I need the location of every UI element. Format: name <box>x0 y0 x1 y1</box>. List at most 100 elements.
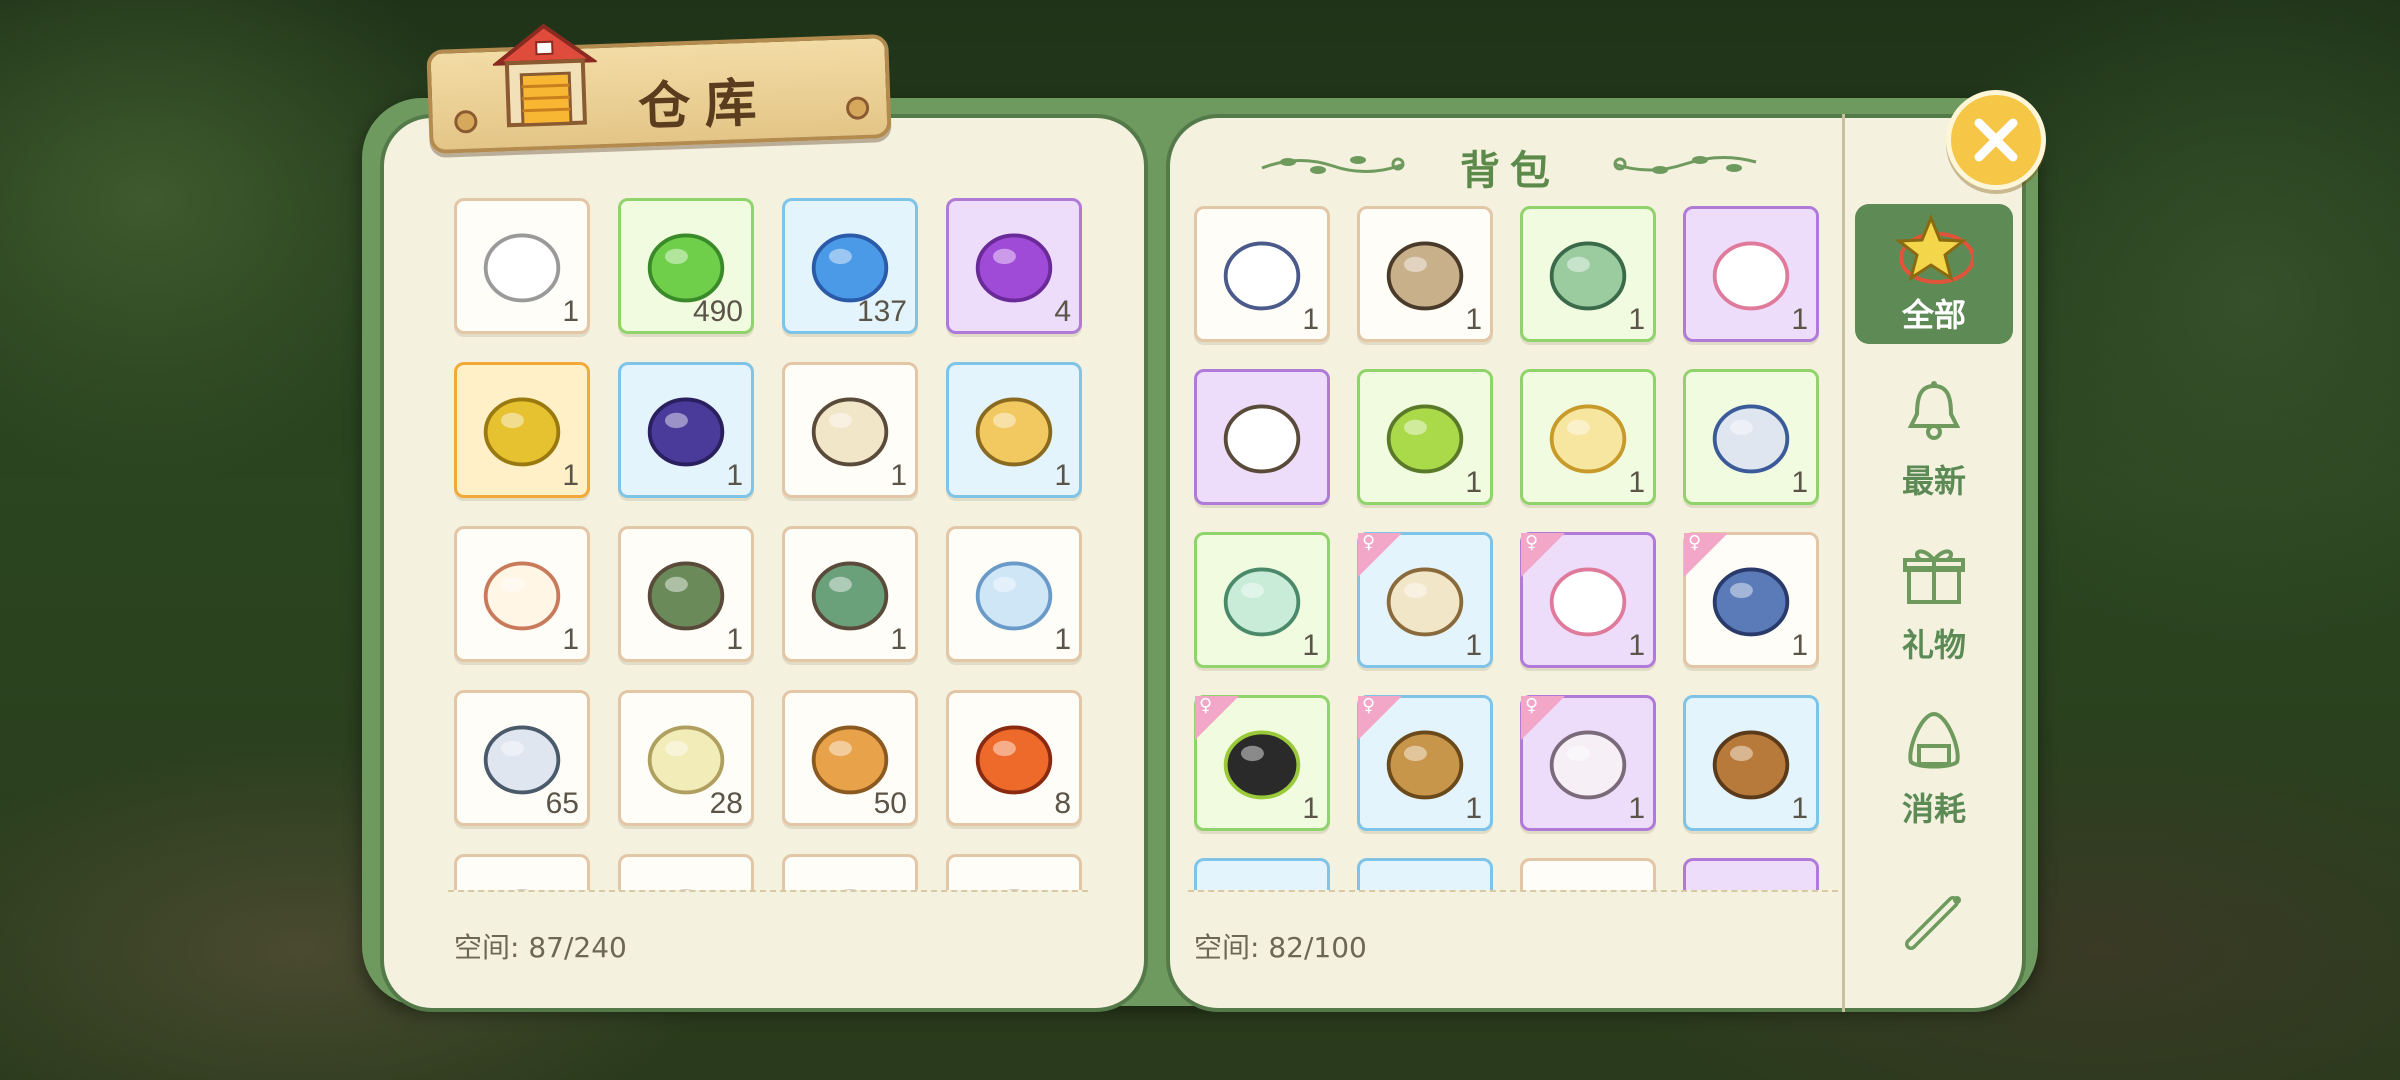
tab-consumables[interactable]: 消耗 <box>1855 698 2013 838</box>
tab-newest-label: 最新 <box>1901 462 1966 500</box>
tab-all-label: 全部 <box>1901 296 1966 334</box>
warehouse-slot[interactable]: 1 <box>618 526 754 662</box>
tab-scroll[interactable] <box>1855 874 2013 974</box>
backpack-item-count: 1 <box>1302 792 1319 825</box>
warehouse-slot[interactable]: 1 <box>782 526 918 662</box>
warehouse-slot[interactable]: 1 <box>618 362 754 498</box>
warehouse-title: 仓库 <box>637 73 772 138</box>
category-tabs: 全部 最新 礼物 消耗 <box>1842 114 2029 1012</box>
warehouse-slot[interactable]: 1 <box>782 362 918 498</box>
tab-consumables-label: 消耗 <box>1901 790 1966 828</box>
warehouse-slot[interactable]: 8 <box>946 690 1082 826</box>
backpack-slot[interactable]: 1 <box>1194 206 1330 342</box>
warehouse-item-count: 1 <box>562 295 579 328</box>
backpack-item-count: 1 <box>1628 466 1645 499</box>
warehouse-slot[interactable] <box>618 854 754 890</box>
warehouse-slot[interactable]: 1 <box>454 526 590 662</box>
backpack-slot[interactable] <box>1357 858 1493 890</box>
backpack-item-count: 1 <box>1465 466 1482 499</box>
backpack-slot[interactable] <box>1520 858 1656 890</box>
warehouse-item-count: 1 <box>890 459 907 492</box>
nail-icon <box>454 110 478 134</box>
warehouse-slot[interactable]: 4 <box>946 198 1082 334</box>
warehouse-space-label: 空间: 87/240 <box>454 931 627 964</box>
backpack-slot[interactable]: 1 <box>1520 369 1656 505</box>
backpack-slot[interactable]: 1 <box>1683 369 1819 505</box>
backpack-space-label: 空间: 82/100 <box>1194 931 1367 964</box>
warehouse-slot[interactable]: 50 <box>782 690 918 826</box>
backpack-slot[interactable]: ♀ 1 <box>1683 532 1819 668</box>
backpack-slot[interactable]: ♀ 1 <box>1357 695 1493 831</box>
warehouse-slot[interactable] <box>782 854 918 890</box>
warehouse-scroll-area[interactable]: 1 490 137 4 1 1 1 1 1 1 1 1 65 28 50 8 <box>384 118 1144 890</box>
backpack-item-count: 1 <box>1791 466 1808 499</box>
warehouse-item-count: 1 <box>726 623 743 656</box>
backpack-slot[interactable]: 1 <box>1683 695 1819 831</box>
warehouse-slot[interactable]: 490 <box>618 198 754 334</box>
warehouse-item-count: 1 <box>562 623 579 656</box>
item-icon <box>1007 889 1021 890</box>
warehouse-item-count: 65 <box>545 787 579 820</box>
backpack-slot[interactable]: ♀ 1 <box>1520 532 1656 668</box>
warehouse-item-count: 28 <box>709 787 743 820</box>
warehouse-grid: 1 490 137 4 1 1 1 1 1 1 1 1 65 28 50 8 <box>454 198 1082 890</box>
backpack-item-count: 1 <box>1791 303 1808 336</box>
backpack-scroll-area[interactable]: 1 1 1 1 1 1 1 1 ♀ 1 ♀ 1 ♀ 1 ♀ 1 ♀ 1 ♀ 1 … <box>1170 118 1846 890</box>
item-icon <box>679 889 693 890</box>
gift-icon <box>1903 549 1965 604</box>
rice-ball-icon <box>1908 711 1960 769</box>
female-badge-icon: ♀ <box>1684 533 1728 577</box>
backpack-item-count: 1 <box>1628 303 1645 336</box>
warehouse-divider <box>448 890 1088 892</box>
warehouse-slot[interactable]: 1 <box>454 198 590 334</box>
backpack-slot[interactable] <box>1194 858 1330 890</box>
nail-icon <box>846 96 870 120</box>
warehouse-slot[interactable]: 137 <box>782 198 918 334</box>
warehouse-item-count: 50 <box>873 787 907 820</box>
backpack-slot[interactable]: ♀ 1 <box>1194 695 1330 831</box>
warehouse-item-count: 8 <box>1054 787 1071 820</box>
warehouse-item-count: 1 <box>1054 623 1071 656</box>
backpack-item-count: 1 <box>1791 792 1808 825</box>
warehouse-slot[interactable]: 1 <box>946 526 1082 662</box>
unicorn-mask-icon <box>1223 404 1301 474</box>
bell-icon <box>1907 381 1961 440</box>
warehouse-item-count: 490 <box>692 295 743 328</box>
female-badge-icon: ♀ <box>1521 696 1565 740</box>
item-icon <box>1686 861 1816 890</box>
warehouse-icon <box>491 23 599 128</box>
warehouse-item-count: 137 <box>856 295 907 328</box>
backpack-slot[interactable]: ♀ 1 <box>1357 532 1493 668</box>
star-icon <box>1895 214 1973 284</box>
backpack-slot[interactable]: 1 <box>1683 206 1819 342</box>
backpack-item-count: 1 <box>1302 303 1319 336</box>
tab-newest[interactable]: 最新 <box>1855 370 2013 510</box>
warehouse-title-board: 仓库 <box>426 23 892 155</box>
scroll-icon <box>1905 896 1961 950</box>
backpack-slot[interactable] <box>1683 858 1819 890</box>
backpack-slot[interactable]: 1 <box>1520 206 1656 342</box>
warehouse-item-count: 1 <box>1054 459 1071 492</box>
backpack-item-count: 1 <box>1465 792 1482 825</box>
backpack-item-count: 1 <box>1465 629 1482 662</box>
warehouse-slot[interactable] <box>946 854 1082 890</box>
backpack-slot[interactable]: 1 <box>1357 369 1493 505</box>
warehouse-item-count: 1 <box>562 459 579 492</box>
warehouse-slot[interactable]: 1 <box>946 362 1082 498</box>
warehouse-slot[interactable]: 28 <box>618 690 754 826</box>
warehouse-slot[interactable]: 1 <box>454 362 590 498</box>
warehouse-slot[interactable]: 65 <box>454 690 590 826</box>
backpack-item-count: 1 <box>1465 303 1482 336</box>
warehouse-item-count: 1 <box>890 623 907 656</box>
tab-gifts[interactable]: 礼物 <box>1855 534 2013 674</box>
item-icon <box>1197 861 1327 890</box>
warehouse-slot[interactable] <box>454 854 590 890</box>
tab-gifts-label: 礼物 <box>1901 626 1966 664</box>
backpack-slot[interactable]: 1 <box>1194 532 1330 668</box>
close-button[interactable] <box>1946 90 2046 190</box>
item-icon <box>1360 861 1490 890</box>
backpack-slot[interactable]: ♀ 1 <box>1520 695 1656 831</box>
backpack-slot[interactable]: 1 <box>1357 206 1493 342</box>
tab-all[interactable]: 全部 <box>1855 204 2013 344</box>
backpack-slot[interactable] <box>1194 369 1330 505</box>
